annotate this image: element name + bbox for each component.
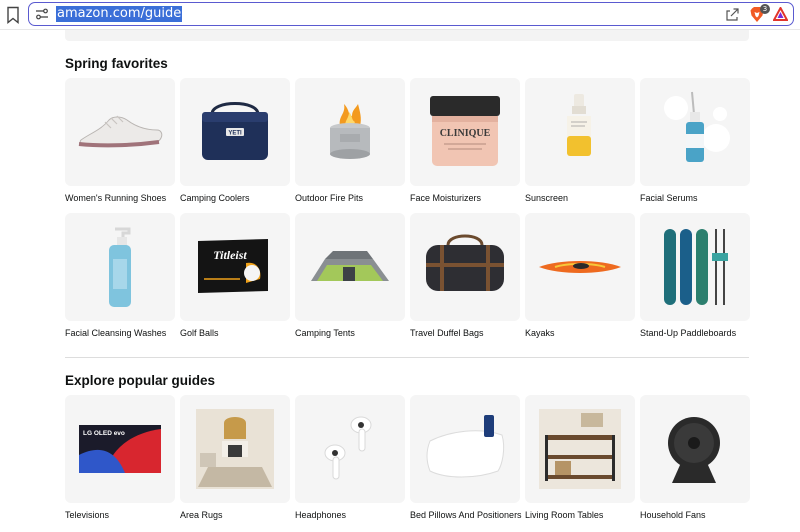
category-label[interactable]: Travel Duffel Bags [410,328,520,339]
guide-card-bed-pillows-and-positioners[interactable]: Bed Pillows And Positioners [410,395,522,521]
cooler-brand-text: YETI [228,131,242,137]
category-image[interactable]: YETI [180,78,290,186]
category-card-travel-duffel-bags[interactable]: Travel Duffel Bags [410,213,520,339]
category-card-kayaks[interactable]: Kayaks [525,213,635,339]
section-title-spring-favorites: Spring favorites [65,56,168,71]
guide-label[interactable]: Area Rugs [180,510,290,521]
category-image[interactable] [640,213,750,321]
pillow-icon [426,415,505,478]
duffel-bag-icon [426,234,504,291]
category-image[interactable] [295,78,405,186]
category-label[interactable]: Facial Cleansing Washes [65,328,175,339]
guide-label[interactable]: Televisions [65,510,175,521]
category-label[interactable]: Golf Balls [180,328,290,339]
kayak-icon [539,261,621,273]
guide-card-area-rugs[interactable]: Area Rugs [180,395,290,521]
tent-icon [311,251,389,281]
category-label[interactable]: Camping Tents [295,328,405,339]
site-settings-icon[interactable] [35,7,49,21]
category-label[interactable]: Kayaks [525,328,635,339]
category-image[interactable] [65,78,175,186]
brave-rewards-icon[interactable] [773,7,788,21]
cooler-icon: YETI [202,102,268,160]
category-image[interactable] [525,213,635,321]
address-bar[interactable]: amazon.com/guide 3 [28,2,794,26]
guide-card-living-room-tables[interactable]: Living Room Tables [525,395,635,521]
category-card-outdoor-fire-pits[interactable]: Outdoor Fire Pits [295,78,405,204]
golf-brand-text: Titleist [213,248,247,262]
category-card-womens-running-shoes[interactable]: Women's Running Shoes [65,78,175,204]
paddleboard-icon [664,229,728,305]
golf-ball-box-icon: Titleist [198,239,268,293]
category-card-camping-tents[interactable]: Camping Tents [295,213,405,339]
serum-bottle-icon [664,91,730,162]
cleanser-pump-icon [109,227,131,307]
guide-card-televisions[interactable]: LG OLED evo Televisions [65,395,175,521]
moisturizer-brand-text: CLINIQUE [440,128,491,139]
category-card-stand-up-paddleboards[interactable]: Stand-Up Paddleboards [640,213,750,339]
category-label[interactable]: Outdoor Fire Pits [295,193,405,204]
category-image[interactable] [525,78,635,186]
guide-card-household-fans[interactable]: Household Fans [640,395,750,521]
category-image[interactable]: Titleist [180,213,290,321]
category-image[interactable]: CLINIQUE [410,78,520,186]
bookmark-icon[interactable] [6,6,20,24]
category-label[interactable]: Camping Coolers [180,193,290,204]
category-label[interactable]: Facial Serums [640,193,750,204]
television-icon: LG OLED evo [79,425,161,473]
running-shoe-icon [78,115,163,148]
fire-pit-icon [330,104,370,159]
category-card-face-moisturizers[interactable]: CLINIQUE Face Moisturizers [410,78,520,204]
share-icon[interactable] [725,7,739,21]
guide-image[interactable] [640,395,750,503]
category-card-sunscreen[interactable]: Sunscreen [525,78,635,204]
guide-image[interactable] [295,395,405,503]
moisturizer-jar-icon: CLINIQUE [430,96,500,166]
category-image[interactable] [65,213,175,321]
category-label[interactable]: Sunscreen [525,193,635,204]
category-card-golf-balls[interactable]: Titleist Golf Balls [180,213,290,339]
guide-image[interactable] [525,395,635,503]
guide-label[interactable]: Household Fans [640,510,750,521]
sunscreen-bottle-icon [567,94,591,156]
category-image[interactable] [410,213,520,321]
area-rug-room-icon [196,409,274,489]
guide-image[interactable] [410,395,520,503]
category-label[interactable]: Stand-Up Paddleboards [640,328,750,339]
guide-image[interactable] [180,395,290,503]
fan-icon [668,417,720,483]
top-banner-edge [65,30,749,41]
category-label[interactable]: Face Moisturizers [410,193,520,204]
category-image[interactable] [295,213,405,321]
guide-image[interactable]: LG OLED evo [65,395,175,503]
category-card-facial-serums[interactable]: Facial Serums [640,78,750,204]
category-image[interactable] [640,78,750,186]
console-table-icon [539,409,621,489]
browser-toolbar: amazon.com/guide 3 [0,0,800,30]
earbuds-icon [324,416,372,480]
guide-label[interactable]: Bed Pillows And Positioners [410,510,522,521]
category-card-facial-cleansing-washes[interactable]: Facial Cleansing Washes [65,213,175,339]
shields-count-badge: 3 [760,4,770,14]
category-label[interactable]: Women's Running Shoes [65,193,175,204]
section-title-explore-popular-guides: Explore popular guides [65,373,216,388]
guide-label[interactable]: Living Room Tables [525,510,635,521]
tv-brand-text: LG OLED evo [83,430,125,437]
guide-card-headphones[interactable]: Headphones [295,395,405,521]
url-text[interactable]: amazon.com/guide [56,6,183,22]
category-card-camping-coolers[interactable]: YETI Camping Coolers [180,78,290,204]
section-divider [65,357,749,358]
guide-label[interactable]: Headphones [295,510,405,521]
